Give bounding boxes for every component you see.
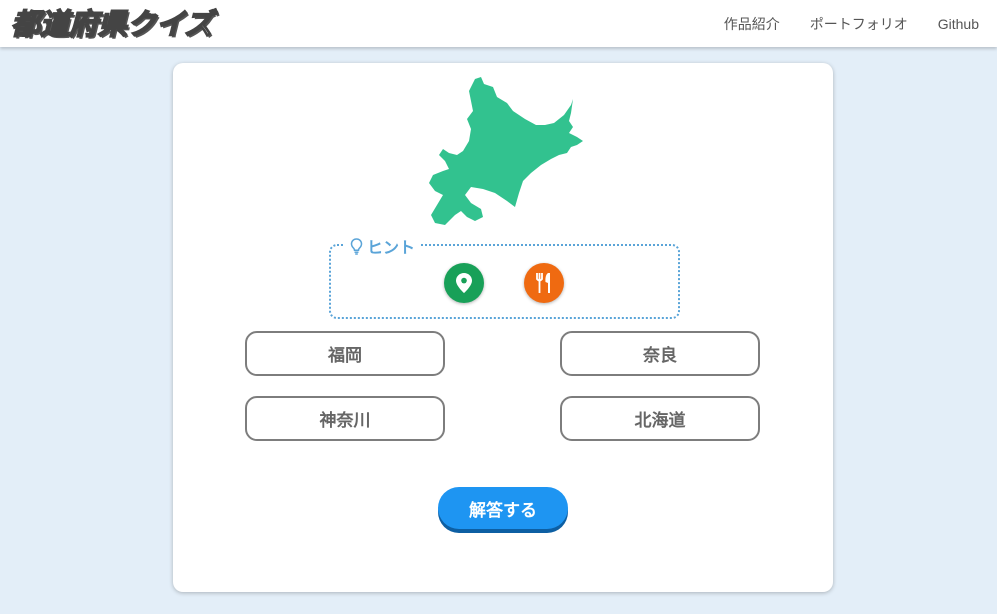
hint-label: ヒント xyxy=(345,234,421,258)
logo-part-3: 府県クイズ xyxy=(68,6,214,42)
location-pin-icon xyxy=(456,273,472,293)
app-header: 都道府県クイズ 作品紹介 ポートフォリオ Github xyxy=(0,0,997,47)
choice-fukuoka[interactable]: 福岡 xyxy=(245,331,445,376)
prefecture-map-hokkaido xyxy=(429,77,583,225)
logo-part-1: 都 xyxy=(10,6,41,42)
fork-knife-icon xyxy=(536,273,550,293)
logo-part-2: 道 xyxy=(39,6,70,42)
top-nav: 作品紹介 ポートフォリオ Github xyxy=(724,0,979,47)
hint-box: ヒント xyxy=(329,234,680,319)
food-hint-button[interactable] xyxy=(524,263,564,303)
nav-works[interactable]: 作品紹介 xyxy=(724,14,780,34)
location-hint-button[interactable] xyxy=(444,263,484,303)
site-logo[interactable]: 都道府県クイズ xyxy=(10,4,214,44)
quiz-card: ヒント 福岡 奈良 神奈川 北海道 解答する xyxy=(173,63,833,592)
choice-hokkaido[interactable]: 北海道 xyxy=(560,396,760,441)
hint-label-text: ヒント xyxy=(367,238,416,257)
submit-answer-button[interactable]: 解答する xyxy=(438,487,568,529)
choice-kanagawa[interactable]: 神奈川 xyxy=(245,396,445,441)
nav-github[interactable]: Github xyxy=(938,16,979,32)
nav-portfolio[interactable]: ポートフォリオ xyxy=(810,14,908,34)
lightbulb-icon xyxy=(350,237,363,255)
choice-nara[interactable]: 奈良 xyxy=(560,331,760,376)
